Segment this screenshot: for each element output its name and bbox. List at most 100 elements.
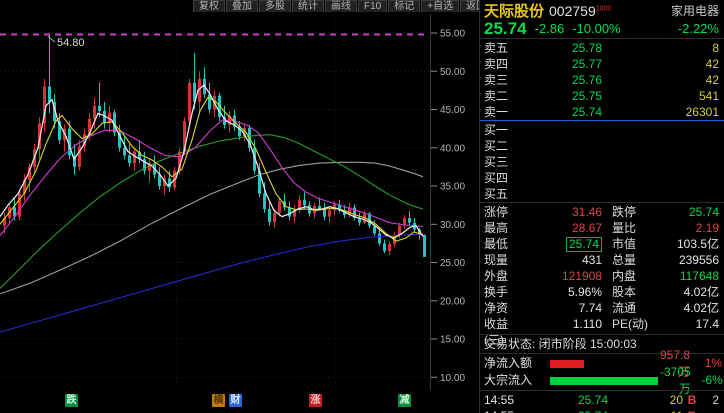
order-book-row[interactable]: 买一 [480,122,724,138]
order-book-row[interactable]: 买五 [480,186,724,202]
stat-label: 现量 [484,252,526,268]
tick-count: 2 [701,392,719,408]
event-badge-横[interactable]: 横 [212,394,225,407]
stat-value: 117648 [662,268,719,284]
y-axis-label: 30.00 [440,220,465,231]
event-badge-涨[interactable]: 涨 [309,394,322,407]
flow-pct: -6% [691,372,723,389]
order-level-label: 卖一 [484,104,526,120]
kline-chart[interactable]: 55.0050.0045.0040.0035.0030.0025.0020.00… [0,0,479,413]
order-book-row[interactable]: 卖三25.7642 [480,72,724,88]
order-level-label: 买二 [484,138,526,154]
order-volume: 42 [602,56,719,72]
high-marker-label: 54.80 [57,37,85,49]
candle-body [123,148,126,156]
order-volume: 42 [602,72,719,88]
stat-row: 最低25.74市值103.5亿 [480,236,724,252]
stat-row: 最高28.67量比2.19 [480,220,724,236]
y-axis-label: 15.00 [440,335,465,346]
flow-label: 净流入额 [484,355,550,372]
candle-body [288,207,291,216]
candle-body [48,87,51,102]
y-axis-label: 20.00 [440,296,465,307]
order-level-label: 买四 [484,170,526,186]
y-axis-label: 10.00 [440,373,465,384]
order-price [526,138,602,154]
order-level-label: 卖二 [484,88,526,104]
order-level-label: 卖四 [484,56,526,72]
stat-label: PE(动) [612,316,662,332]
order-book-row[interactable]: 卖二25.75541 [480,88,724,104]
candle-body [423,235,426,257]
trading-terminal: 复权叠加多股统计画线F10标记+自选返回 55.0050.0045.0040.0… [0,0,724,413]
candle-body [278,201,281,213]
stat-label: 总量 [612,252,662,268]
stat-label: 涨停 [484,204,526,220]
tick-time: 14:55 [484,392,524,408]
stat-label: 净资 [484,300,526,316]
candle-body [98,106,101,111]
candle-body [408,218,411,223]
order-volume [602,170,719,186]
order-book-row[interactable]: 买二 [480,138,724,154]
stats-grid: 涨停31.46跌停25.74最高28.67量比2.19最低25.74市值103.… [480,204,724,332]
tick-list[interactable]: 14:5525.7420B214:5525.7411B [480,392,724,413]
stat-label: 换手 [484,284,526,300]
y-axis-label: 55.00 [440,29,465,40]
flow-bar [550,360,584,368]
stat-label: 最低 [484,236,526,252]
candle-body [378,233,381,243]
stat-value-boxed: 25.74 [566,237,602,252]
y-axis-label: 40.00 [440,143,465,154]
order-volume [602,122,719,138]
stat-value: 121908 [526,268,602,284]
tick-side: B [683,408,701,413]
order-price: 25.74 [526,104,602,120]
event-badge-跌[interactable]: 跌 [65,394,78,407]
stat-label: 收益(三) [484,316,526,332]
book-divider [480,120,724,121]
divider [480,202,724,203]
candle-body [18,194,21,217]
order-book-row[interactable]: 买三 [480,154,724,170]
candle-body [93,106,96,119]
stat-row: 外盘121908内盘117648 [480,268,724,284]
event-badge-财[interactable]: 财 [229,394,242,407]
price-change: -2.86 [535,21,565,36]
tick-count [701,408,719,413]
flow-bar-area [550,377,660,385]
stat-value: 17.4 [662,316,719,332]
order-book-row[interactable]: 卖一25.7426301 [480,104,724,120]
candle-body [268,209,271,222]
order-book-row[interactable]: 卖四25.7742 [480,56,724,72]
ask-book: 卖五25.788卖四25.7742卖三25.7642卖二25.75541卖一25… [480,40,724,120]
divider [480,390,724,391]
order-book-row[interactable]: 卖五25.788 [480,40,724,56]
flow-pct: 1% [690,355,722,372]
price-row: 25.74 -2.86 -10.00% -2.22% [484,20,719,37]
stat-value: 431 [526,252,602,268]
tick-time: 14:55 [484,408,524,413]
divider [480,334,724,335]
stat-value: 4.02亿 [662,284,719,300]
event-badge-减[interactable]: 减 [398,394,411,407]
stock-title-row: 天际股份 0027591000 家用电器 [484,2,719,19]
price-change-pct: -10.00% [572,21,620,36]
tick-row[interactable]: 14:5525.7420B2 [480,392,724,408]
candle-body [188,83,191,121]
sector-name[interactable]: 家用电器 [671,2,719,19]
tick-price: 25.74 [524,392,608,408]
tick-row[interactable]: 14:5525.7411B [480,408,724,413]
stat-label: 流通 [612,300,662,316]
order-volume: 8 [602,40,719,56]
stat-row: 换手5.96%股本4.02亿 [480,284,724,300]
sector-change-pct: -2.22% [678,21,719,36]
order-price [526,154,602,170]
ma-line-MA120 [0,162,423,294]
y-axis-label: 45.00 [440,105,465,116]
order-price: 25.77 [526,56,602,72]
candle-body [128,155,131,163]
stat-value: 5.96% [526,284,602,300]
order-volume [602,154,719,170]
order-book-row[interactable]: 买四 [480,170,724,186]
